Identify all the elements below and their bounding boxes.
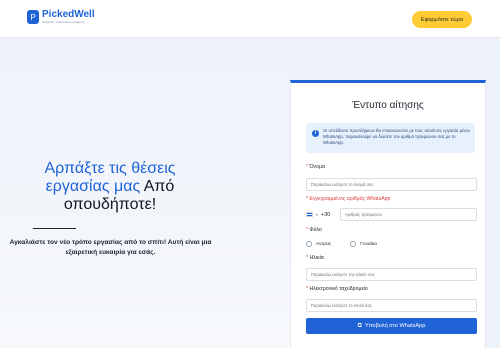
gender-label-text: Φύλο (309, 227, 322, 233)
brand-logo[interactable]: P PickedWell Network | Recruitment Agenc… (27, 10, 95, 24)
greece-flag-icon (306, 212, 313, 217)
name-label-text: Όνομα (309, 164, 325, 170)
logo-text: PickedWell Network | Recruitment Agency (42, 10, 95, 24)
form-title: Έντυπο αίτησης (352, 100, 424, 111)
email-label-text: Ηλεκτρονικό ταχυδρομείο (309, 286, 368, 292)
info-icon: i (312, 130, 319, 137)
age-label: * Ηλικία (306, 255, 324, 261)
whatsapp-label-text: Εγγεγραμμένος αριθμός WhatsApp (309, 196, 391, 202)
info-text: Οι υπεύθυνοι προσλήψεων θα επικοινωνούν … (323, 128, 470, 145)
required-mark: * (306, 255, 309, 261)
name-label: * Όνομα (306, 164, 325, 170)
required-mark: * (306, 164, 309, 170)
top-header: P PickedWell Network | Recruitment Agenc… (0, 0, 500, 38)
logo-name: PickedWell (42, 9, 95, 20)
required-mark: * (306, 286, 309, 292)
gender-option-male: Αντρας (316, 241, 332, 247)
hero-subtitle: Αγκαλιάστε τον νέο τρόπο εργασίας από το… (9, 239, 212, 256)
submit-label: Υποβολή στο WhatsApp (364, 323, 426, 329)
whatsapp-submit-icon: ⧉ (357, 322, 362, 329)
apply-now-button[interactable]: Εφαρμόστε τώρα (412, 11, 472, 28)
hero-divider (33, 228, 76, 229)
logo-badge-icon: P (27, 10, 39, 24)
submit-whatsapp-button[interactable]: ⧉ Υποβολή στο WhatsApp (306, 318, 477, 334)
logo-tagline: Network | Recruitment Agency (42, 20, 86, 24)
hero-title: Αρπάξτε τις θέσεις εργασίας μας Από οπου… (12, 160, 208, 214)
country-code-select[interactable]: ▾ +30 (306, 208, 336, 221)
age-input[interactable] (306, 268, 477, 281)
application-form: Έντυπο αίτησης i Οι υπεύθυνοι προσλήψεων… (290, 80, 486, 348)
whatsapp-label: * Εγγεγραμμένος αριθμός WhatsApp (306, 196, 390, 202)
phone-input[interactable] (340, 208, 477, 221)
gender-options: Αντρας Γυναίκα (306, 241, 377, 247)
email-label: * Ηλεκτρονικό ταχυδρομείο (306, 286, 368, 292)
email-input[interactable] (306, 299, 477, 312)
name-input[interactable] (306, 178, 477, 191)
gender-radio-male[interactable] (306, 241, 312, 247)
country-code: +30 (321, 211, 331, 218)
gender-option-female: Γυναίκα (360, 241, 377, 247)
info-notice: i Οι υπεύθυνοι προσλήψεων θα επικοινωνού… (306, 123, 475, 153)
age-label-text: Ηλικία (309, 255, 324, 261)
gender-label: * Φύλο (306, 227, 322, 233)
gender-radio-female[interactable] (350, 241, 357, 247)
required-mark: * (306, 227, 309, 233)
required-mark: * (306, 196, 309, 202)
chevron-down-icon: ▾ (316, 212, 319, 217)
